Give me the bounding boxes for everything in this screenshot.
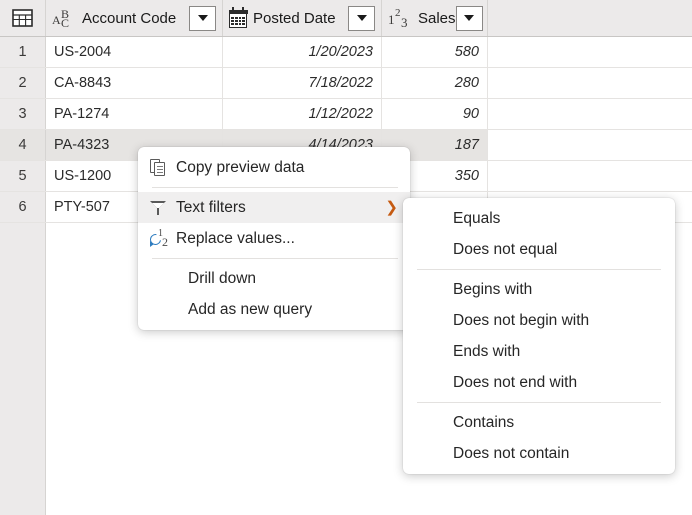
table-icon [12, 9, 33, 27]
copy-icon [150, 158, 176, 177]
calendar-date-type-icon [228, 6, 248, 28]
table-row[interactable]: 1 US-2004 1/20/2023 580 [0, 37, 692, 68]
chevron-right-icon: ❯ [385, 199, 398, 216]
submenu-item-does-not-equal[interactable]: Does not equal [403, 234, 675, 265]
header-filler [488, 0, 692, 36]
context-menu: Copy preview data Text filters ❯ 12 Repl… [138, 147, 410, 330]
column-header-account-code[interactable]: ABC Account Code [46, 0, 223, 36]
row-filler [488, 130, 692, 160]
chevron-down-icon [464, 15, 475, 21]
submenu-item-equals[interactable]: Equals [403, 203, 675, 234]
submenu-item-does-not-end-with[interactable]: Does not end with [403, 367, 675, 398]
menu-item-label: Does not contain [453, 444, 570, 462]
row-number: 5 [0, 161, 46, 191]
submenu-item-does-not-contain[interactable]: Does not contain [403, 438, 675, 469]
menu-item-add-as-new-query[interactable]: Add as new query [138, 294, 410, 325]
menu-item-label: Replace values... [176, 229, 295, 247]
cell-sales[interactable]: 280 [382, 68, 488, 98]
submenu-item-begins-with[interactable]: Begins with [403, 274, 675, 305]
chevron-down-icon [197, 15, 208, 21]
replace-values-icon: 12 [147, 228, 176, 249]
menu-item-label: Ends with [453, 342, 521, 360]
cell-account-code[interactable]: CA-8843 [46, 68, 223, 98]
column-filter-dropdown-posted-date[interactable] [348, 5, 375, 31]
table-row[interactable]: 3 PA-1274 1/12/2022 90 [0, 99, 692, 130]
cell-posted-date[interactable]: 1/12/2022 [223, 99, 382, 129]
row-filler [488, 99, 692, 129]
gutter-empty-area [0, 223, 46, 515]
column-header-label: Posted Date [253, 9, 336, 27]
menu-separator [152, 187, 398, 188]
menu-item-replace-values[interactable]: 12 Replace values... [138, 223, 410, 254]
row-filler [488, 68, 692, 98]
row-number: 4 [0, 130, 46, 160]
column-header-posted-date[interactable]: Posted Date [223, 0, 382, 36]
menu-item-label: Text filters [176, 198, 246, 216]
abc-text-type-icon: ABC [52, 7, 70, 30]
row-number: 1 [0, 37, 46, 67]
menu-item-text-filters[interactable]: Text filters ❯ [138, 192, 410, 223]
row-number: 3 [0, 99, 46, 129]
menu-item-label: Drill down [188, 269, 257, 287]
row-number: 6 [0, 192, 46, 222]
cell-posted-date[interactable]: 1/20/2023 [223, 37, 382, 67]
cell-sales[interactable]: 580 [382, 37, 488, 67]
menu-item-copy-preview-data[interactable]: Copy preview data [138, 152, 410, 183]
menu-item-label: Copy preview data [176, 158, 305, 176]
column-header-label: Account Code [82, 9, 177, 27]
column-header-label: Sales [418, 9, 456, 27]
submenu-item-does-not-begin-with[interactable]: Does not begin with [403, 305, 675, 336]
menu-separator [152, 258, 398, 259]
menu-item-label: Does not end with [453, 373, 578, 391]
menu-item-label: Begins with [453, 280, 533, 298]
menu-item-label: Add as new query [188, 300, 313, 318]
chevron-down-icon [356, 15, 367, 21]
cell-account-code[interactable]: US-2004 [46, 37, 223, 67]
submenu-item-ends-with[interactable]: Ends with [403, 336, 675, 367]
cell-account-code[interactable]: PA-1274 [46, 99, 223, 129]
grid-corner-header[interactable] [0, 0, 46, 36]
row-filler [488, 37, 692, 67]
grid-header-row: ABC Account Code Posted Date 123 Sales [0, 0, 692, 37]
menu-item-label: Equals [453, 209, 501, 227]
table-row[interactable]: 2 CA-8843 7/18/2022 280 [0, 68, 692, 99]
cell-posted-date[interactable]: 7/18/2022 [223, 68, 382, 98]
row-filler [488, 161, 692, 191]
column-filter-dropdown-account-code[interactable] [189, 5, 216, 31]
menu-item-label: Does not equal [453, 240, 558, 258]
cell-sales[interactable]: 90 [382, 99, 488, 129]
menu-separator [417, 269, 661, 270]
123-number-type-icon: 123 [388, 7, 408, 30]
menu-item-label: Does not begin with [453, 311, 590, 329]
funnel-icon [150, 199, 176, 216]
column-filter-dropdown-sales[interactable] [455, 5, 483, 31]
text-filters-submenu: Equals Does not equal Begins with Does n… [403, 198, 675, 474]
menu-item-drill-down[interactable]: Drill down [138, 263, 410, 294]
menu-separator [417, 402, 661, 403]
submenu-item-contains[interactable]: Contains [403, 407, 675, 438]
menu-item-label: Contains [453, 413, 515, 431]
column-header-sales[interactable]: 123 Sales [382, 0, 488, 36]
row-number: 2 [0, 68, 46, 98]
